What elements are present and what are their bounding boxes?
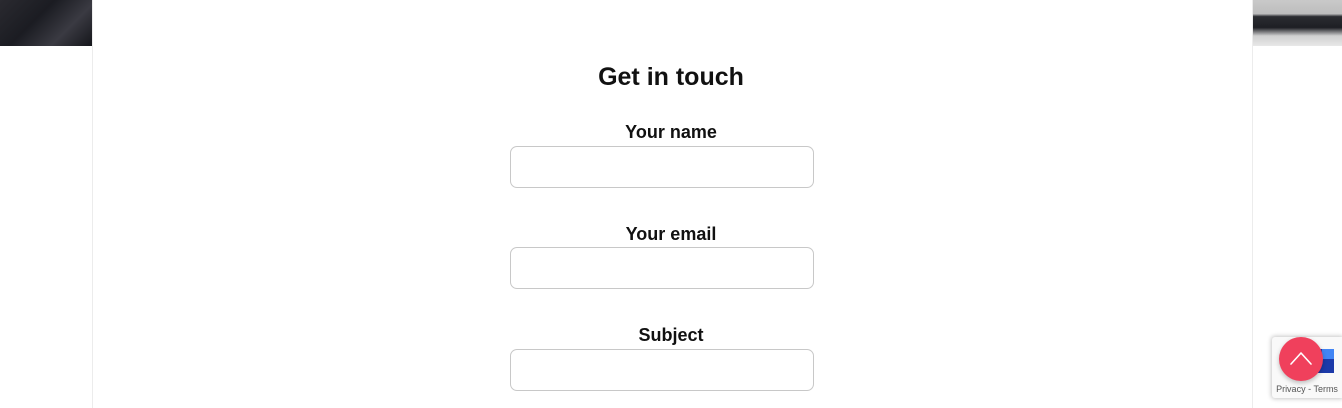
form-title: Get in touch (598, 63, 744, 91)
scroll-to-top-button[interactable] (1279, 337, 1323, 381)
email-input[interactable] (510, 247, 814, 289)
subject-input[interactable] (510, 349, 814, 391)
name-label: Your name (625, 122, 717, 142)
link-separator: - (1308, 384, 1312, 394)
hero-image-left (0, 0, 92, 46)
page: Get in touch Your name Your email Subjec… (0, 0, 1342, 408)
subject-label: Subject (638, 325, 704, 345)
name-input[interactable] (510, 146, 814, 188)
email-label: Your email (625, 224, 717, 244)
privacy-link[interactable]: Privacy (1276, 384, 1306, 394)
terms-link[interactable]: Terms (1313, 384, 1338, 394)
recaptcha-links: Privacy - Terms (1272, 384, 1342, 394)
hero-image-right (1252, 0, 1342, 46)
chevron-up-icon (1290, 352, 1312, 365)
